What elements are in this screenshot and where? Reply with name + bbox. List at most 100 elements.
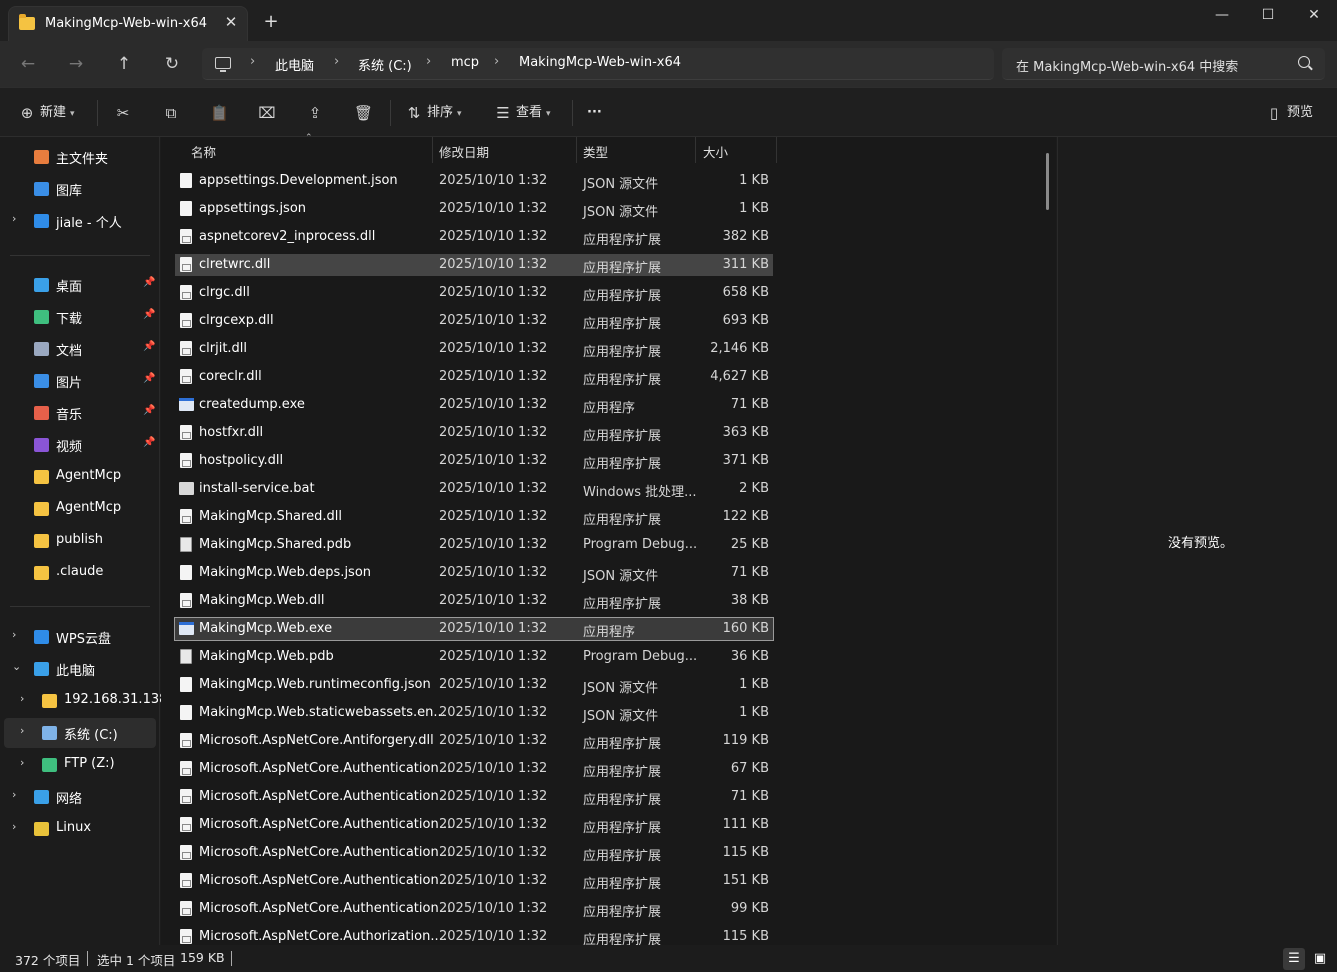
file-row[interactable]: appsettings.Development.json 2025/10/10 1… xyxy=(175,170,773,192)
sidebar-item-192-168-31-138[interactable]: › 192.168.31.138 xyxy=(4,686,167,716)
sidebar-item-此电脑[interactable]: ⌄ 此电脑 xyxy=(4,654,156,684)
chevron-right-icon[interactable]: › xyxy=(20,756,24,769)
file-row[interactable]: MakingMcp.Shared.pdb 2025/10/10 1:32 Progr… xyxy=(175,534,773,556)
cut-button[interactable]: ✂ xyxy=(114,101,136,125)
tab-close-button[interactable]: ✕ xyxy=(221,13,241,33)
file-row[interactable]: clrjit.dll 2025/10/10 1:32 应用程序扩展 2,146 KB xyxy=(175,338,773,360)
file-row[interactable]: MakingMcp.Web.deps.json 2025/10/10 1:32 JS… xyxy=(175,562,773,584)
sidebar-item-jiale-个人[interactable]: › jiale - 个人 xyxy=(4,206,156,236)
item-count: 372 个项目 xyxy=(15,953,81,968)
file-row[interactable]: Microsoft.AspNetCore.Authentication... 20… xyxy=(175,842,773,864)
file-size: 115 KB xyxy=(722,929,769,944)
sidebar-item-label: 图片 xyxy=(56,376,83,391)
column-type[interactable]: 类型 xyxy=(583,142,608,161)
breadcrumb-this-pc[interactable]: 此电脑 xyxy=(275,55,314,74)
breadcrumb-drive-c[interactable]: 系统 (C:) xyxy=(358,55,412,74)
scrollbar[interactable] xyxy=(1046,153,1049,210)
refresh-button[interactable]: ↻ xyxy=(158,51,186,77)
file-row[interactable]: Microsoft.AspNetCore.Antiforgery.dll 2025… xyxy=(175,730,773,752)
file-row[interactable]: MakingMcp.Web.dll 2025/10/10 1:32 应用程序扩展 38… xyxy=(175,590,773,612)
sidebar-item-主文件夹[interactable]: 主文件夹 xyxy=(4,142,156,172)
forward-button[interactable]: → xyxy=(62,51,90,77)
file-row[interactable]: Microsoft.AspNetCore.Authentication... 20… xyxy=(175,898,773,920)
chevron-down-icon[interactable]: ⌄ xyxy=(12,660,21,673)
tab-active[interactable]: MakingMcp-Web-win-x64 ✕ xyxy=(8,6,248,42)
preview-pane-button[interactable]: ▯ 预览 xyxy=(1265,101,1313,125)
new-tab-button[interactable]: + xyxy=(260,12,282,34)
file-row[interactable]: MakingMcp.Web.staticwebassets.en... 2025/… xyxy=(175,702,773,724)
sidebar-item-claude[interactable]: .claude xyxy=(4,558,156,588)
maximize-button[interactable]: ☐ xyxy=(1245,0,1291,32)
column-date[interactable]: 修改日期 xyxy=(439,142,489,161)
file-row[interactable]: clrgc.dll 2025/10/10 1:32 应用程序扩展 658 KB xyxy=(175,282,773,304)
sidebar-item-网络[interactable]: › 网络 xyxy=(4,782,156,812)
file-row[interactable]: hostfxr.dll 2025/10/10 1:32 应用程序扩展 363 KB xyxy=(175,422,773,444)
share-button[interactable]: ⇪ xyxy=(306,101,328,125)
view-button[interactable]: ☰ 查看 ▾ xyxy=(494,101,550,125)
file-row[interactable]: clrgcexp.dll 2025/10/10 1:32 应用程序扩展 693 KB xyxy=(175,310,773,332)
sidebar-item-ftp-z[interactable]: › FTP (Z:) xyxy=(4,750,156,780)
file-type: 应用程序扩展 xyxy=(583,849,662,864)
file-row[interactable]: MakingMcp.Shared.dll 2025/10/10 1:32 应用程序扩… xyxy=(175,506,773,528)
file-row[interactable]: install-service.bat 2025/10/10 1:32 Window… xyxy=(175,478,773,500)
sidebar-item-图片[interactable]: 图片 📌 xyxy=(4,366,156,396)
file-date: 2025/10/10 1:32 xyxy=(439,733,548,748)
search-icon[interactable] xyxy=(1298,56,1310,68)
search-box[interactable]: 在 MakingMcp-Web-win-x64 中搜索 xyxy=(1002,48,1325,80)
chevron-right-icon[interactable]: › xyxy=(20,724,24,737)
chevron-right-icon[interactable]: › xyxy=(12,628,16,641)
file-row[interactable]: Microsoft.AspNetCore.Authentication... 20… xyxy=(175,870,773,892)
file-row[interactable]: hostpolicy.dll 2025/10/10 1:32 应用程序扩展 371 K… xyxy=(175,450,773,472)
file-row[interactable]: MakingMcp.Web.exe 2025/10/10 1:32 应用程序 160 … xyxy=(174,617,774,641)
file-row[interactable]: MakingMcp.Web.runtimeconfig.json 2025/10/… xyxy=(175,674,773,696)
file-row[interactable]: appsettings.json 2025/10/10 1:32 JSON 源文件 1… xyxy=(175,198,773,220)
file-row[interactable]: Microsoft.AspNetCore.Authentication... 20… xyxy=(175,786,773,808)
sidebar-item-agentmcp[interactable]: AgentMcp xyxy=(4,494,156,524)
column-name[interactable]: 名称 xyxy=(191,142,216,161)
breadcrumb-mcp[interactable]: mcp xyxy=(451,55,479,70)
sort-button[interactable]: ⇅ 排序 ▾ xyxy=(405,101,462,125)
tab-title: MakingMcp-Web-win-x64 xyxy=(45,16,208,31)
up-button[interactable]: ↑ xyxy=(110,51,138,77)
file-row[interactable]: Microsoft.AspNetCore.Authentication... 20… xyxy=(175,814,773,836)
file-row[interactable]: createdump.exe 2025/10/10 1:32 应用程序 71 KB xyxy=(175,394,773,416)
file-name: createdump.exe xyxy=(199,397,305,412)
exe-file-icon xyxy=(179,398,194,411)
sidebar-item-linux[interactable]: › Linux xyxy=(4,814,156,844)
file-row[interactable]: coreclr.dll 2025/10/10 1:32 应用程序扩展 4,627 KB xyxy=(175,366,773,388)
file-row[interactable]: clretwrc.dll 2025/10/10 1:32 应用程序扩展 311 KB xyxy=(175,254,773,276)
chevron-right-icon[interactable]: › xyxy=(12,212,16,225)
sidebar-item-下载[interactable]: 下载 📌 xyxy=(4,302,156,332)
sidebar-item-agentmcp[interactable]: AgentMcp xyxy=(4,462,156,492)
sidebar-item-系统-c[interactable]: › 系统 (C:) xyxy=(4,718,156,748)
sidebar-item-wps云盘[interactable]: › WPS云盘 xyxy=(4,622,156,652)
details-view-button[interactable]: ☰ xyxy=(1283,948,1305,970)
address-bar[interactable]: › 此电脑 › 系统 (C:) › mcp › MakingMcp-Web-wi… xyxy=(202,48,994,80)
file-row[interactable]: Microsoft.AspNetCore.Authentication... 20… xyxy=(175,758,773,780)
chevron-right-icon[interactable]: › xyxy=(20,692,24,705)
copy-button[interactable]: ⧉ xyxy=(162,101,184,125)
file-date: 2025/10/10 1:32 xyxy=(439,285,548,300)
minimize-button[interactable]: — xyxy=(1199,0,1245,32)
new-button[interactable]: ⊕ 新建 ▾ xyxy=(18,101,75,125)
close-window-button[interactable]: ✕ xyxy=(1291,0,1337,32)
more-options-button[interactable]: ··· xyxy=(587,101,602,125)
sidebar-item-图库[interactable]: 图库 xyxy=(4,174,156,204)
delete-button[interactable]: 🗑 xyxy=(354,101,376,125)
tiles-view-button[interactable]: ▣ xyxy=(1309,948,1331,970)
sidebar-item-音乐[interactable]: 音乐 📌 xyxy=(4,398,156,428)
sidebar-item-label: 此电脑 xyxy=(56,664,96,679)
column-size[interactable]: 大小 xyxy=(703,142,728,161)
chevron-right-icon[interactable]: › xyxy=(12,820,16,833)
breadcrumb-current-folder[interactable]: MakingMcp-Web-win-x64 xyxy=(519,55,681,70)
file-row[interactable]: aspnetcorev2_inprocess.dll 2025/10/10 1:3… xyxy=(175,226,773,248)
chevron-right-icon[interactable]: › xyxy=(12,788,16,801)
rename-button[interactable]: ⌧ xyxy=(258,101,280,125)
back-button[interactable]: ← xyxy=(14,51,42,77)
sidebar-item-publish[interactable]: publish xyxy=(4,526,156,556)
paste-button[interactable]: 📋 xyxy=(210,101,232,125)
sidebar-item-视频[interactable]: 视频 📌 xyxy=(4,430,156,460)
sidebar-item-桌面[interactable]: 桌面 📌 xyxy=(4,270,156,300)
sidebar-item-文档[interactable]: 文档 📌 xyxy=(4,334,156,364)
file-row[interactable]: MakingMcp.Web.pdb 2025/10/10 1:32 Program … xyxy=(175,646,773,668)
